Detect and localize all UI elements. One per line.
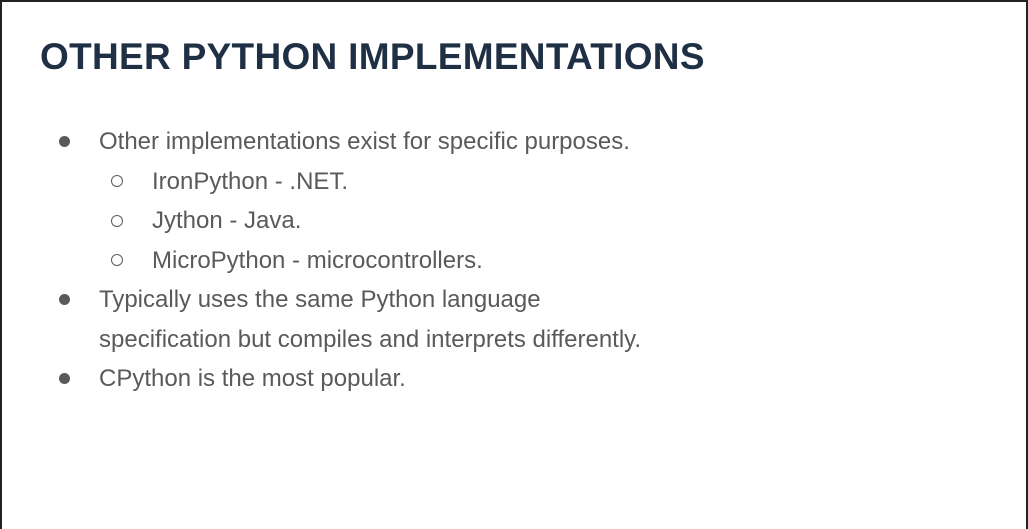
sub-bullet-text: MicroPython - microcontrollers. — [152, 246, 483, 274]
filled-bullet-icon — [59, 280, 70, 320]
bullet-text: Other implementations exist for specific… — [99, 128, 630, 155]
slide-title: OTHER PYTHON IMPLEMENTATIONS — [40, 36, 705, 77]
filled-bullet-icon — [59, 122, 70, 162]
bullet-text-line-1: Typically uses the same Python language — [99, 286, 541, 313]
bullet-item: CPython is the most popular. — [2, 359, 1002, 399]
bullet-text: CPython is the most popular. — [99, 365, 406, 392]
filled-bullet-icon — [59, 359, 70, 399]
sub-bullet-item: MicroPython - microcontrollers. — [2, 241, 1002, 281]
bullet-item: Other implementations exist for specific… — [2, 122, 1002, 162]
sub-bullet-text: Jython - Java. — [152, 207, 302, 234]
hollow-bullet-icon — [111, 201, 123, 241]
hollow-bullet-icon — [111, 162, 123, 202]
bullet-list: Other implementations exist for specific… — [2, 122, 1002, 399]
slide: OTHER PYTHON IMPLEMENTATIONS Other imple… — [0, 0, 1028, 529]
sub-bullet-item: IronPython - .NET. — [2, 162, 1002, 202]
bullet-text-line-2: specification but compiles and interpret… — [99, 325, 642, 353]
bullet-item: Typically uses the same Python language … — [2, 280, 1002, 359]
sub-bullet-text: IronPython - .NET. — [152, 167, 349, 195]
sub-bullet-item: Jython - Java. — [2, 201, 1002, 241]
hollow-bullet-icon — [111, 241, 123, 281]
